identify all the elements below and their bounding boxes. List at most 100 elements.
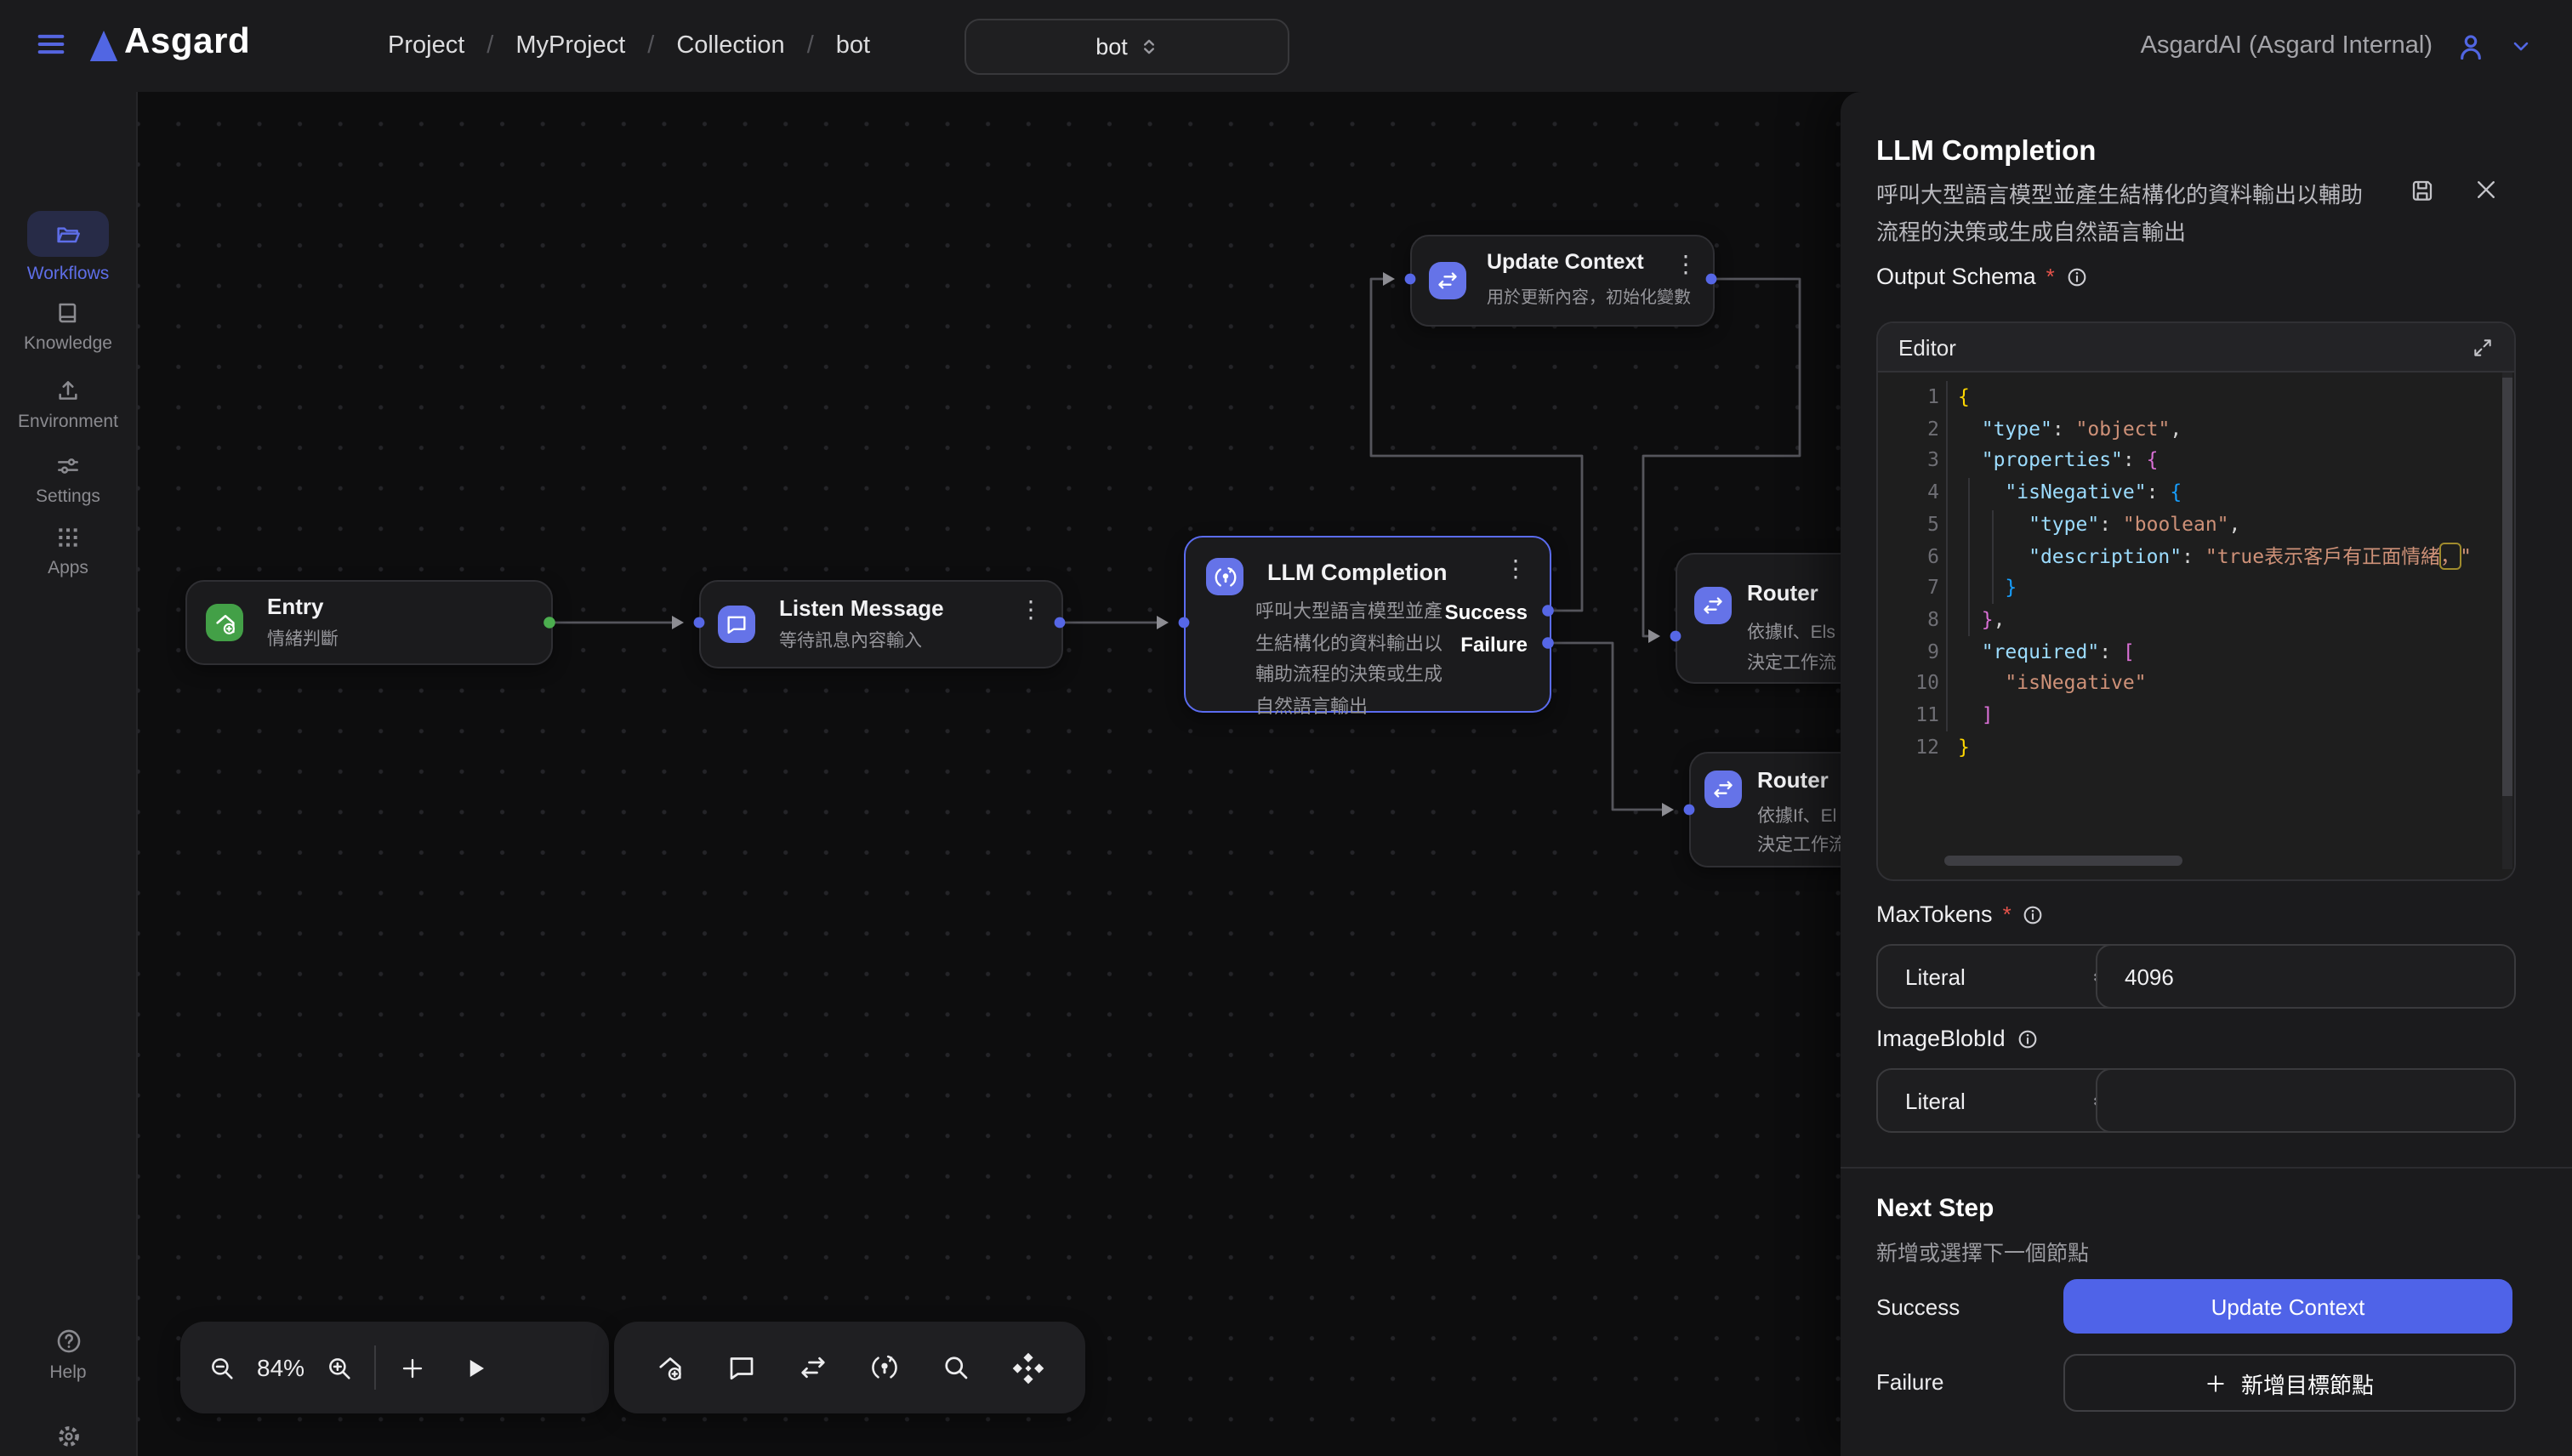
node-llm-completion[interactable]: LLM Completion 呼叫大型語言模型並產 生結構化的資料輸出以 輔助流… — [1184, 536, 1551, 713]
grid-icon — [54, 524, 82, 551]
breadcrumb-myproject[interactable]: MyProject — [515, 32, 625, 60]
run-workflow-button[interactable] — [463, 1355, 488, 1380]
sliders-icon — [54, 452, 82, 480]
folder-icon — [54, 220, 82, 247]
code-line[interactable]: 1{ — [1878, 381, 2514, 412]
panel-description: 呼叫大型語言模型並產生結構化的資料輸出以輔助流程的決策或生成自然語言輸出 — [1876, 177, 2380, 250]
node-config-panel: LLM Completion 呼叫大型語言模型並產生結構化的資料輸出以輔助流程的… — [1841, 92, 2572, 1456]
code-lines: 1{2 "type": "object",3 "properties": {4 … — [1878, 381, 2514, 763]
code-line[interactable]: 6 "description": "true表示客戶有正面情緒，" — [1878, 540, 2514, 572]
code-line[interactable]: 2 "type": "object", — [1878, 412, 2514, 444]
add-node-button[interactable] — [400, 1355, 425, 1380]
info-icon[interactable] — [2016, 1027, 2040, 1050]
breadcrumb-collection[interactable]: Collection — [676, 32, 784, 60]
node-description: 呼叫大型語言模型並產 生結構化的資料輸出以 輔助流程的決策或生成 自然語言輸出 — [1255, 597, 1442, 723]
success-target-button[interactable]: Update Context — [2063, 1279, 2512, 1334]
breadcrumb-project[interactable]: Project — [388, 32, 464, 60]
plus-icon — [2205, 1372, 2228, 1394]
code-line[interactable]: 12} — [1878, 731, 2514, 762]
node-title: Update Context — [1487, 250, 1644, 274]
editor-hscroll-thumb[interactable] — [1944, 856, 2182, 866]
info-icon[interactable] — [2065, 264, 2089, 288]
maxtokens-input[interactable] — [2097, 964, 2514, 989]
sidebar-item-knowledge[interactable]: Knowledge — [0, 299, 136, 354]
code-line[interactable]: 3 "properties": { — [1878, 445, 2514, 476]
user-icon[interactable] — [2455, 30, 2487, 62]
next-step-subtitle: 新增或選擇下一個節點 — [1876, 1235, 2089, 1267]
swap-arrows-icon — [1429, 262, 1466, 299]
code-line[interactable]: 9 "required": [ — [1878, 635, 2514, 667]
breadcrumb-bot[interactable]: bot — [836, 32, 870, 60]
palette-search-icon[interactable] — [941, 1352, 971, 1383]
hamburger-menu-icon[interactable] — [34, 27, 68, 61]
node-subtitle: 用於更新內容，初始化變數 — [1487, 282, 1691, 308]
required-mark: * — [2003, 901, 2012, 927]
save-icon[interactable] — [2409, 177, 2436, 204]
sidebar: Workflows Knowledge Environment Settings — [0, 92, 138, 1456]
swap-arrows-icon — [1704, 771, 1742, 808]
imageblobid-mode-select[interactable]: Literal — [1876, 1068, 2131, 1133]
chat-bubble-icon — [718, 606, 755, 643]
node-description: 依據If、El 決定工作流 — [1757, 803, 1846, 861]
node-description: 依據If、Els 決定工作流 — [1747, 617, 1836, 679]
code-line[interactable]: 10 "isNegative" — [1878, 668, 2514, 699]
node-title: LLM Completion — [1267, 560, 1447, 585]
next-step-title: Next Step — [1876, 1194, 1994, 1223]
add-target-node-button[interactable]: 新增目標節點 — [2063, 1354, 2516, 1412]
palette-custom-node-icon[interactable] — [1012, 1351, 1044, 1384]
code-line[interactable]: 8 }, — [1878, 604, 2514, 635]
chevron-down-icon[interactable] — [2509, 34, 2533, 58]
node-title: Listen Message — [779, 595, 944, 621]
account-label: AsgardAI (Asgard Internal) — [2141, 32, 2433, 60]
editor-label: Editor — [1898, 334, 1956, 360]
close-icon[interactable] — [2473, 177, 2499, 202]
node-entry[interactable]: Entry 情緒判斷 — [185, 580, 553, 665]
sidebar-item-workspace[interactable]: Workspace — [0, 1422, 136, 1456]
code-line[interactable]: 5 "type": "boolean", — [1878, 509, 2514, 540]
toolbar-divider — [374, 1345, 376, 1390]
node-menu-icon[interactable]: ⋮ — [1019, 597, 1043, 621]
sidebar-item-workflows[interactable]: Workflows — [0, 211, 136, 284]
node-title: Router — [1757, 767, 1829, 793]
code-line[interactable]: 7 } — [1878, 572, 2514, 603]
code-editor[interactable]: 1{2 "type": "object",3 "properties": {4 … — [1878, 373, 2514, 869]
account-menu[interactable]: AsgardAI (Asgard Internal) — [2141, 0, 2533, 92]
maxtokens-mode-select[interactable]: Literal — [1876, 944, 2131, 1009]
port-label-failure: Failure — [1460, 633, 1528, 657]
workflow-select[interactable]: bot — [964, 19, 1289, 75]
zoom-in-button[interactable] — [325, 1353, 354, 1382]
sidebar-item-settings[interactable]: Settings — [0, 452, 136, 507]
node-menu-icon[interactable]: ⋮ — [1504, 556, 1528, 580]
brand-name: Asgard — [124, 22, 250, 63]
schema-editor: Editor 1{2 "type": "object",3 "propertie… — [1876, 321, 2516, 881]
required-mark: * — [2046, 264, 2055, 289]
asgard-logo — [88, 29, 119, 63]
app: Entry 情緒判斷 Listen Message 等待訊息內容輸入 ⋮ LLM… — [0, 0, 2572, 1456]
imageblobid-label: ImageBlobId — [1876, 1026, 2040, 1051]
node-menu-icon[interactable]: ⋮ — [1674, 252, 1698, 276]
node-title: Entry — [267, 594, 323, 619]
imageblobid-value-field[interactable] — [2096, 1068, 2516, 1133]
sidebar-item-environment[interactable]: Environment — [0, 378, 136, 432]
node-listen-message[interactable]: Listen Message 等待訊息內容輸入 ⋮ — [699, 580, 1063, 668]
info-icon[interactable] — [2022, 902, 2046, 926]
panel-divider — [1841, 1167, 2572, 1169]
palette-router-icon[interactable] — [798, 1352, 828, 1383]
code-line[interactable]: 4 "isNegative": { — [1878, 476, 2514, 508]
help-icon — [54, 1327, 83, 1356]
output-schema-label: Output Schema * — [1876, 264, 2089, 289]
code-line[interactable]: 11 ] — [1878, 699, 2514, 731]
imageblobid-input[interactable] — [2097, 1088, 2514, 1113]
editor-vscroll-thumb[interactable] — [2502, 378, 2512, 796]
upload-icon — [54, 378, 82, 405]
palette-message-icon[interactable] — [726, 1352, 757, 1383]
node-update-context[interactable]: Update Context 用於更新內容，初始化變數 ⋮ — [1410, 235, 1715, 327]
node-title: Router — [1747, 580, 1818, 606]
maxtokens-value-field[interactable] — [2096, 944, 2516, 1009]
zoom-out-button[interactable] — [208, 1353, 236, 1382]
palette-llm-icon[interactable] — [869, 1352, 900, 1383]
expand-icon[interactable] — [2472, 336, 2494, 358]
sidebar-item-apps[interactable]: Apps — [0, 524, 136, 578]
sidebar-item-help[interactable]: Help — [0, 1327, 136, 1383]
palette-entry-icon[interactable] — [655, 1352, 686, 1383]
